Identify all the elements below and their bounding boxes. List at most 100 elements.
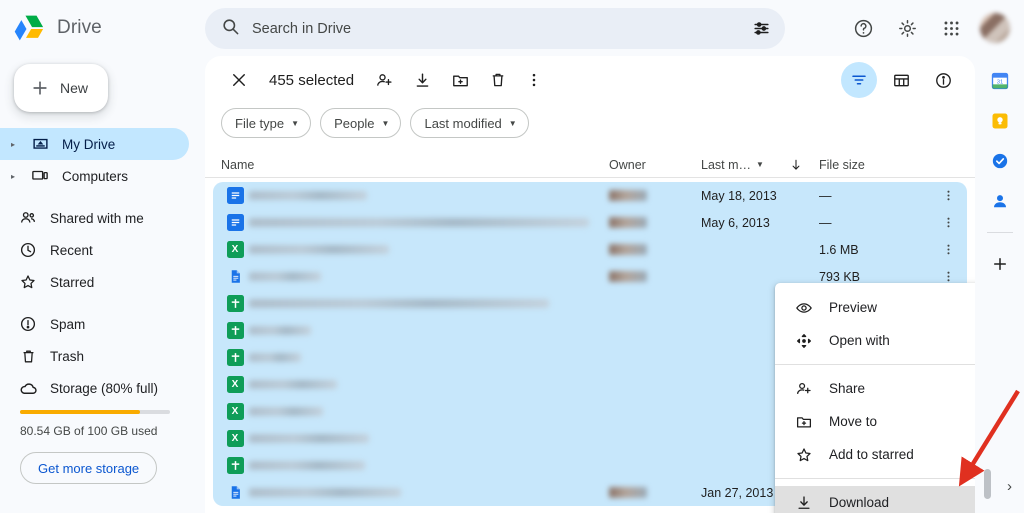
chevron-down-icon: ▼ (508, 118, 517, 128)
computers-icon (30, 167, 50, 185)
column-header-owner[interactable]: Owner (609, 158, 701, 172)
chevron-right-icon[interactable]: ▸ (8, 140, 18, 149)
file-size-cell: 1.6 MB (819, 242, 859, 257)
download-button[interactable] (404, 62, 440, 98)
view-controls (841, 62, 961, 98)
table-row[interactable]: May 18, 2013 — (213, 182, 967, 209)
sidebar-item-computers[interactable]: ▸ Computers (0, 160, 189, 192)
menu-item-preview[interactable]: Preview (775, 291, 975, 324)
column-header-name[interactable]: Name (221, 158, 609, 172)
menu-divider (775, 364, 975, 365)
sidebar-item-storage[interactable]: Storage (80% full) (0, 372, 189, 404)
table-row[interactable]: X 1.6 MB (213, 236, 967, 263)
new-button[interactable]: New (14, 64, 108, 112)
storage-usage-text: 80.54 GB of 100 GB used (20, 424, 158, 438)
share-button[interactable] (366, 62, 402, 98)
menu-item-label: Add to starred (829, 447, 914, 462)
filter-people[interactable]: People ▼ (320, 108, 402, 138)
filter-chips: File type ▼ People ▼ Last modified ▼ (205, 104, 975, 138)
file-type-icon: X (221, 376, 249, 393)
rail-divider (986, 232, 1013, 233)
chevron-right-icon[interactable]: ▸ (8, 172, 18, 181)
chevron-down-icon: ▼ (756, 160, 764, 169)
open-with-icon (795, 332, 813, 350)
file-type-icon (221, 268, 249, 285)
move-to-button[interactable] (442, 62, 478, 98)
avatar[interactable] (978, 11, 1012, 45)
google-keep-icon[interactable] (989, 110, 1011, 132)
selection-toolbar: 455 selected (205, 56, 975, 104)
grid-view-toggle[interactable] (883, 62, 919, 98)
menu-item-label: Preview (829, 300, 878, 315)
filter-file-type[interactable]: File type ▼ (221, 108, 312, 138)
close-icon[interactable] (221, 62, 257, 98)
file-name-cell (249, 434, 609, 443)
search-bar[interactable] (205, 8, 785, 49)
menu-item-label: Download (829, 495, 890, 510)
sidebar-item-my-drive[interactable]: ▸ My Drive (0, 128, 189, 160)
owner-cell (609, 244, 701, 255)
row-more-actions-button[interactable] (937, 216, 959, 229)
menu-item-label: Move to (829, 414, 878, 429)
file-name-cell (249, 407, 609, 416)
get-more-storage-button[interactable]: Get more storage (20, 452, 158, 484)
file-size-cell: — (819, 215, 832, 230)
drive-logo-icon (14, 15, 44, 41)
sidebar-item-label: Spam (50, 316, 86, 332)
drive-brand[interactable]: Drive (0, 13, 200, 43)
sidebar-item-recent[interactable]: Recent (0, 234, 189, 266)
row-more-actions-button[interactable] (937, 189, 959, 202)
file-name-cell (249, 461, 609, 470)
gear-icon[interactable] (890, 11, 924, 45)
table-row[interactable]: May 6, 2013 — (213, 209, 967, 236)
sidebar-item-label: Shared with me (50, 210, 144, 226)
header-actions (846, 0, 1012, 56)
menu-item-open-with[interactable]: Open with› (775, 324, 975, 357)
eye-icon (795, 299, 813, 317)
shared-with-me-icon (18, 209, 38, 227)
app-title: Drive (57, 17, 102, 38)
google-tasks-icon[interactable] (989, 150, 1011, 172)
delete-button[interactable] (480, 62, 516, 98)
sort-filter-toggle[interactable] (841, 62, 877, 98)
menu-item-share[interactable]: Share (775, 372, 975, 405)
file-name-cell (249, 353, 609, 362)
search-input[interactable] (252, 20, 740, 37)
sidebar-item-shared-with-me[interactable]: Shared with me (0, 202, 189, 234)
expand-rail-chevron[interactable]: › (1007, 478, 1012, 495)
file-size-cell: — (819, 188, 832, 203)
chevron-down-icon: ▼ (381, 118, 390, 128)
sort-direction-button[interactable] (773, 158, 819, 172)
owner-cell (609, 487, 701, 498)
add-app-button[interactable] (989, 253, 1011, 275)
file-type-icon (221, 457, 249, 474)
row-more-actions-button[interactable] (937, 270, 959, 283)
table-header-row: Name Owner Last m… ▼ File size (205, 152, 975, 178)
row-more-actions-button[interactable] (937, 243, 959, 256)
storage-progress-fill (20, 410, 140, 414)
menu-divider (775, 478, 975, 479)
sidebar-item-spam[interactable]: Spam (0, 308, 189, 340)
file-type-icon: X (221, 403, 249, 420)
menu-item-download[interactable]: Download (775, 486, 975, 513)
apps-grid-icon[interactable] (934, 11, 968, 45)
sidebar-item-label: Computers (62, 168, 129, 184)
column-header-last-modified[interactable]: Last m… ▼ (701, 158, 773, 172)
star-icon (795, 446, 813, 464)
google-calendar-icon[interactable]: 31 (989, 70, 1011, 92)
sidebar-item-label: My Drive (62, 136, 116, 152)
more-actions-button[interactable] (518, 62, 550, 98)
file-name-cell (249, 326, 609, 335)
sidebar-item-starred[interactable]: Starred (0, 266, 189, 298)
menu-item-add-to-starred[interactable]: Add to starred (775, 438, 975, 471)
help-icon[interactable] (846, 11, 880, 45)
filter-last-modified[interactable]: Last modified ▼ (410, 108, 529, 138)
filter-label: Last modified (424, 115, 502, 131)
menu-item-move-to[interactable]: Move to (775, 405, 975, 438)
tune-icon[interactable] (752, 19, 771, 38)
details-toggle[interactable] (925, 62, 961, 98)
google-contacts-icon[interactable] (989, 190, 1011, 212)
sidebar-item-trash[interactable]: Trash (0, 340, 189, 372)
column-header-file-size[interactable]: File size (819, 158, 959, 172)
horizontal-scrollbar-thumb[interactable] (984, 469, 991, 499)
